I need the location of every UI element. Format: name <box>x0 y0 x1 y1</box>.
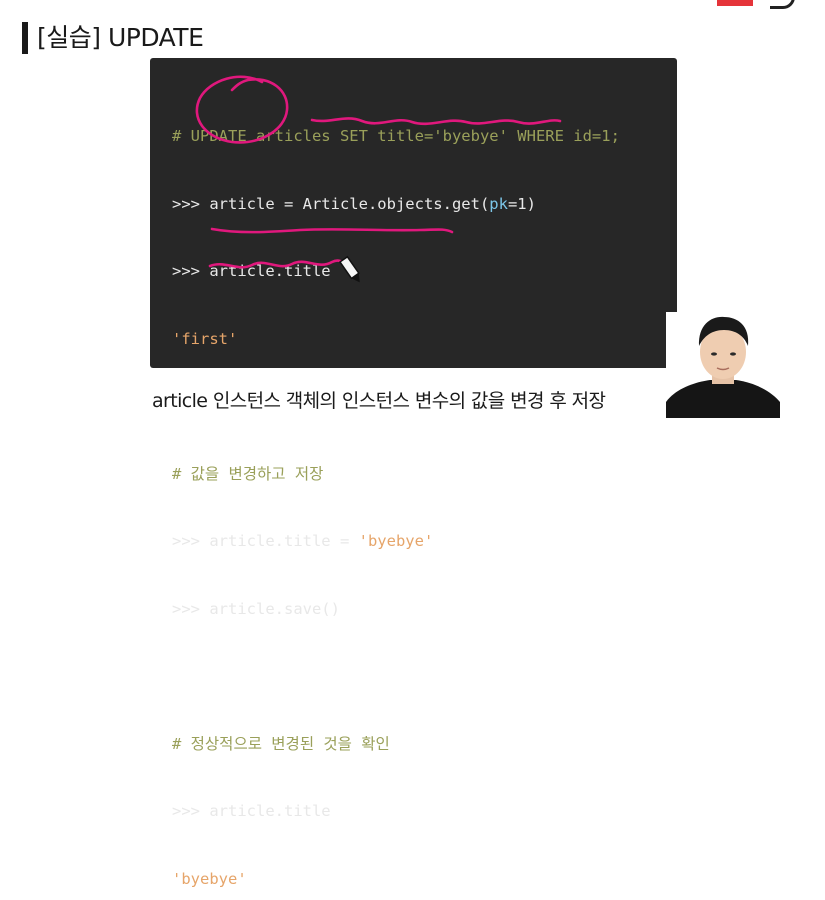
title-accent-bar <box>22 22 28 54</box>
code-line-comment-update: # UPDATE articles SET title='byebye' WHE… <box>172 127 620 145</box>
code-output-byebye: 'byebye' <box>172 869 247 888</box>
code-line-comment-check: # 정상적으로 변경된 것을 확인 <box>172 734 390 753</box>
code-string-byebye: 'byebye' <box>358 532 434 550</box>
presenter-avatar <box>666 316 780 418</box>
code-prompt: >>> <box>172 532 210 550</box>
top-red-accent <box>717 0 753 6</box>
code-block: # UPDATE articles SET title='byebye' WHE… <box>172 80 620 900</box>
slide-caption: article 인스턴스 객체의 인스턴스 변수의 값을 변경 후 저장 <box>152 390 606 412</box>
top-corner-mark <box>770 0 795 9</box>
code-line-assign: >>> article.title = 'byebye' <box>172 530 620 553</box>
code-prompt: >>> <box>172 194 210 213</box>
code-line-title-check: >>> article.title <box>172 802 331 820</box>
code-get-close: =1) <box>507 194 536 213</box>
code-output-first: 'first' <box>172 329 238 348</box>
code-param-pk: pk <box>489 194 508 213</box>
code-get-expression: article = Article.objects.get( <box>209 194 490 213</box>
code-line-comment-change: # 값을 변경하고 저장 <box>172 464 324 483</box>
code-line-get: >>> article = Article.objects.get(pk=1) <box>172 193 620 216</box>
lecture-slide: [실습] UPDATE # UPDATE articles SET title=… <box>0 0 825 888</box>
code-assign-expression: article.title = <box>209 532 359 550</box>
code-line-save: >>> article.save() <box>172 599 340 618</box>
slide-title: [실습] UPDATE <box>37 23 204 52</box>
code-line-title: >>> article.title <box>172 262 331 280</box>
webcam-presenter <box>666 312 780 418</box>
code-panel: # UPDATE articles SET title='byebye' WHE… <box>150 58 677 888</box>
